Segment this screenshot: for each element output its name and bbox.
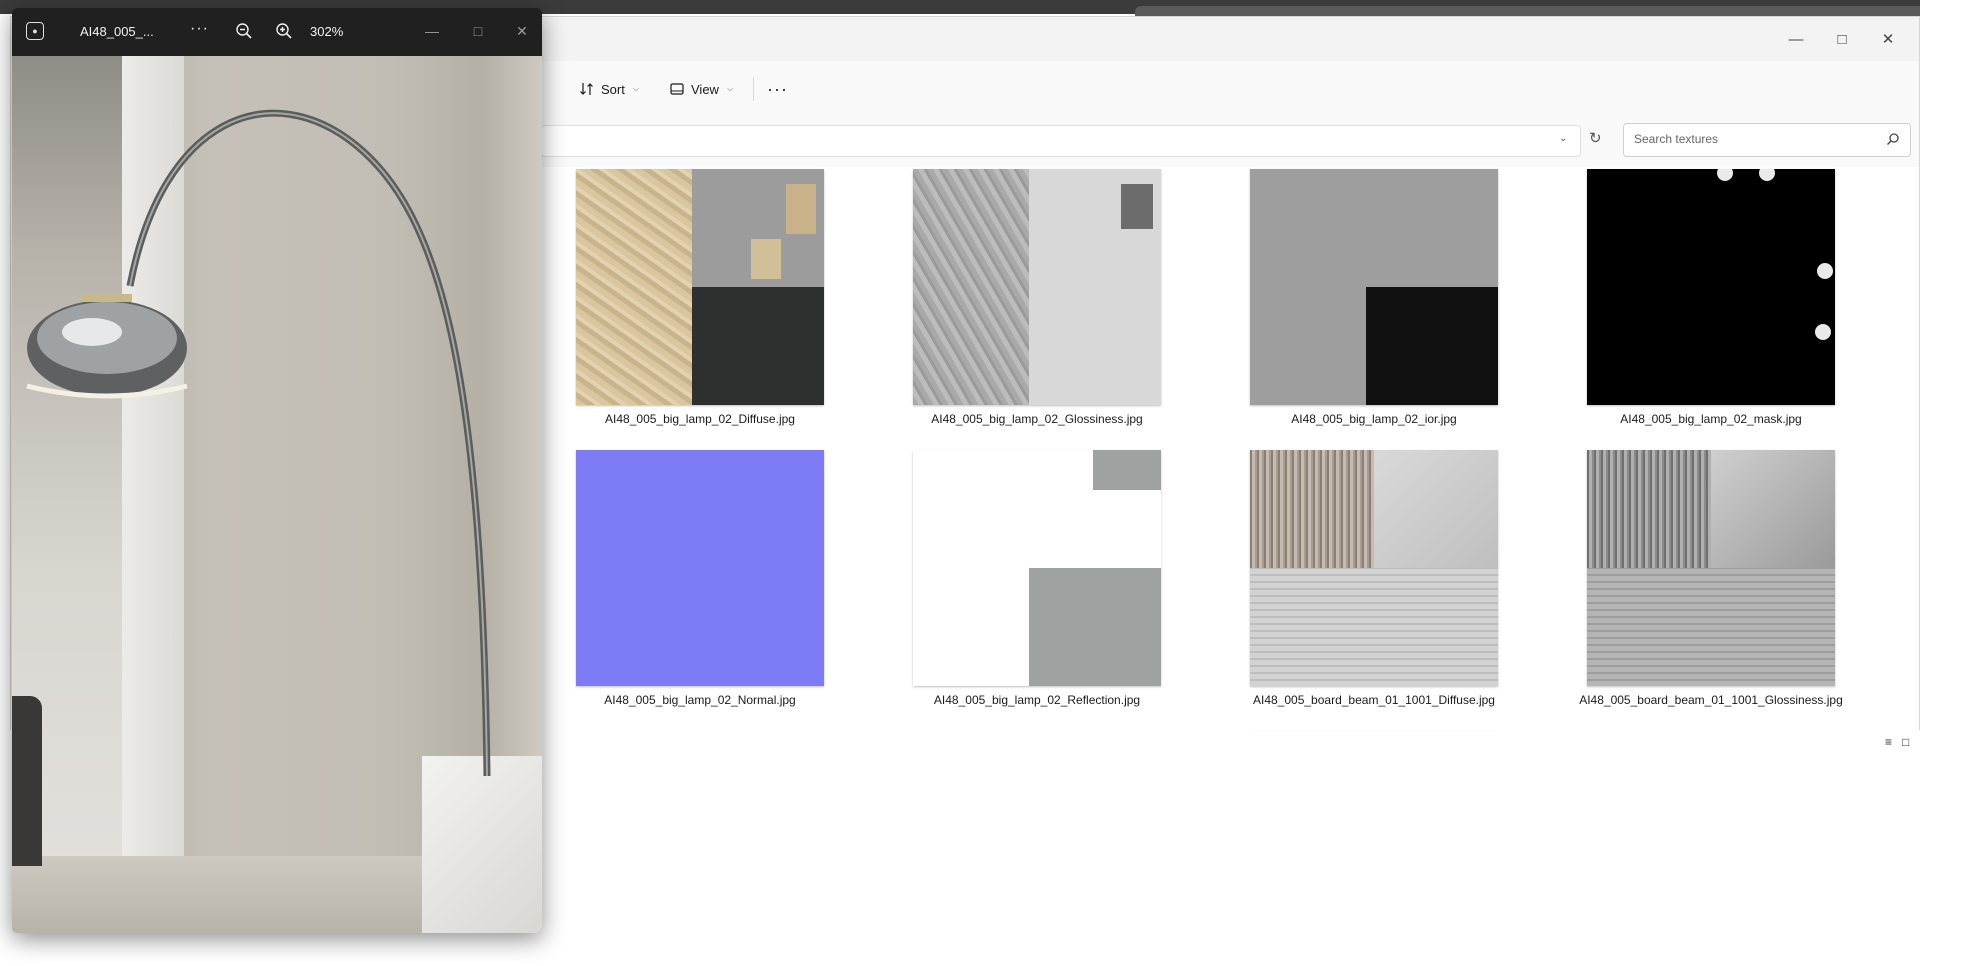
file-name: AI48_005_board_beam_01_1001_Glossiness.j… xyxy=(1579,693,1843,707)
photos-close-button[interactable]: ✕ xyxy=(502,16,542,46)
arc-lamp-illustration xyxy=(26,109,491,777)
photos-title: AI48_005_... xyxy=(80,24,154,39)
photos-maximize-button[interactable]: □ xyxy=(458,16,498,46)
maximize-icon: □ xyxy=(1837,30,1847,48)
sort-label: Sort xyxy=(601,81,625,97)
minimize-icon: — xyxy=(425,23,439,39)
photos-app-icon: ● xyxy=(26,22,44,40)
minimize-button[interactable]: — xyxy=(1773,17,1819,61)
sort-icon xyxy=(580,83,593,95)
close-button[interactable]: ✕ xyxy=(1865,17,1911,61)
address-bar[interactable] xyxy=(541,125,1581,157)
file-name: AI48_005_big_lamp_02_ior.jpg xyxy=(1291,412,1457,426)
photo-canvas[interactable] xyxy=(12,56,542,933)
minimize-icon: — xyxy=(1788,30,1804,48)
view-label: View xyxy=(691,81,719,97)
details-view-icon[interactable]: ≡ xyxy=(1885,735,1892,749)
file-name: AI48_005_big_lamp_02_Reflection.jpg xyxy=(933,693,1141,707)
address-history-chevron-icon[interactable]: ⌄ xyxy=(1559,133,1567,144)
file-name: AI48_005_big_lamp_02_Normal.jpg xyxy=(604,693,796,707)
file-thumbnail xyxy=(576,169,824,405)
photos-minimize-button[interactable]: — xyxy=(412,16,452,46)
maximize-button[interactable]: □ xyxy=(1819,17,1865,61)
view-icon xyxy=(670,83,684,95)
close-icon: ✕ xyxy=(516,22,528,39)
file-thumbnail xyxy=(1250,450,1498,686)
refresh-icon[interactable]: ↻ xyxy=(1589,129,1602,147)
search-box[interactable] xyxy=(1623,123,1911,157)
chevron-down-icon: ⌵ xyxy=(632,84,639,93)
sort-button[interactable]: Sort ⌵ xyxy=(579,75,639,103)
file-name: AI48_005_big_lamp_02_Glossiness.jpg xyxy=(931,412,1143,426)
more-options-icon: ··· xyxy=(767,78,788,99)
search-input[interactable] xyxy=(1632,131,1876,147)
file-thumbnail xyxy=(576,450,824,686)
search-icon[interactable] xyxy=(1886,132,1900,146)
file-thumbnail xyxy=(1250,169,1498,405)
close-icon: ✕ xyxy=(1881,31,1895,48)
file-name: AI48_005_big_lamp_02_Diffuse.jpg xyxy=(605,412,795,426)
photos-viewer-window: ● AI48_005_... ··· 302% — □ ✕ xyxy=(12,8,542,933)
file-name: AI48_005_board_beam_01_1001_Diffuse.jpg xyxy=(1253,693,1495,707)
file-name: AI48_005_big_lamp_02_mask.jpg xyxy=(1620,412,1802,426)
file-thumbnail xyxy=(913,450,1161,686)
tiles-view-icon[interactable]: □ xyxy=(1902,735,1909,749)
chevron-down-icon: ⌵ xyxy=(726,84,734,93)
zoom-level[interactable]: 302% xyxy=(310,24,343,39)
view-toggle-group: ≡ □ xyxy=(1885,735,1909,749)
background-window-edge xyxy=(1135,6,1920,16)
see-more-button[interactable]: ··· xyxy=(767,75,788,103)
zoom-in-icon[interactable] xyxy=(274,21,294,41)
photos-more-button[interactable]: ··· xyxy=(190,20,209,38)
file-thumbnail xyxy=(1587,169,1835,405)
view-button[interactable]: View ⌵ xyxy=(669,75,733,103)
maximize-icon: □ xyxy=(473,23,483,39)
file-thumbnail xyxy=(913,169,1161,405)
photos-titlebar[interactable]: ● AI48_005_... ··· 302% — □ ✕ xyxy=(12,8,542,56)
file-thumbnail xyxy=(1587,450,1835,686)
toolbar-divider xyxy=(753,77,754,101)
zoom-out-icon[interactable] xyxy=(234,21,254,41)
